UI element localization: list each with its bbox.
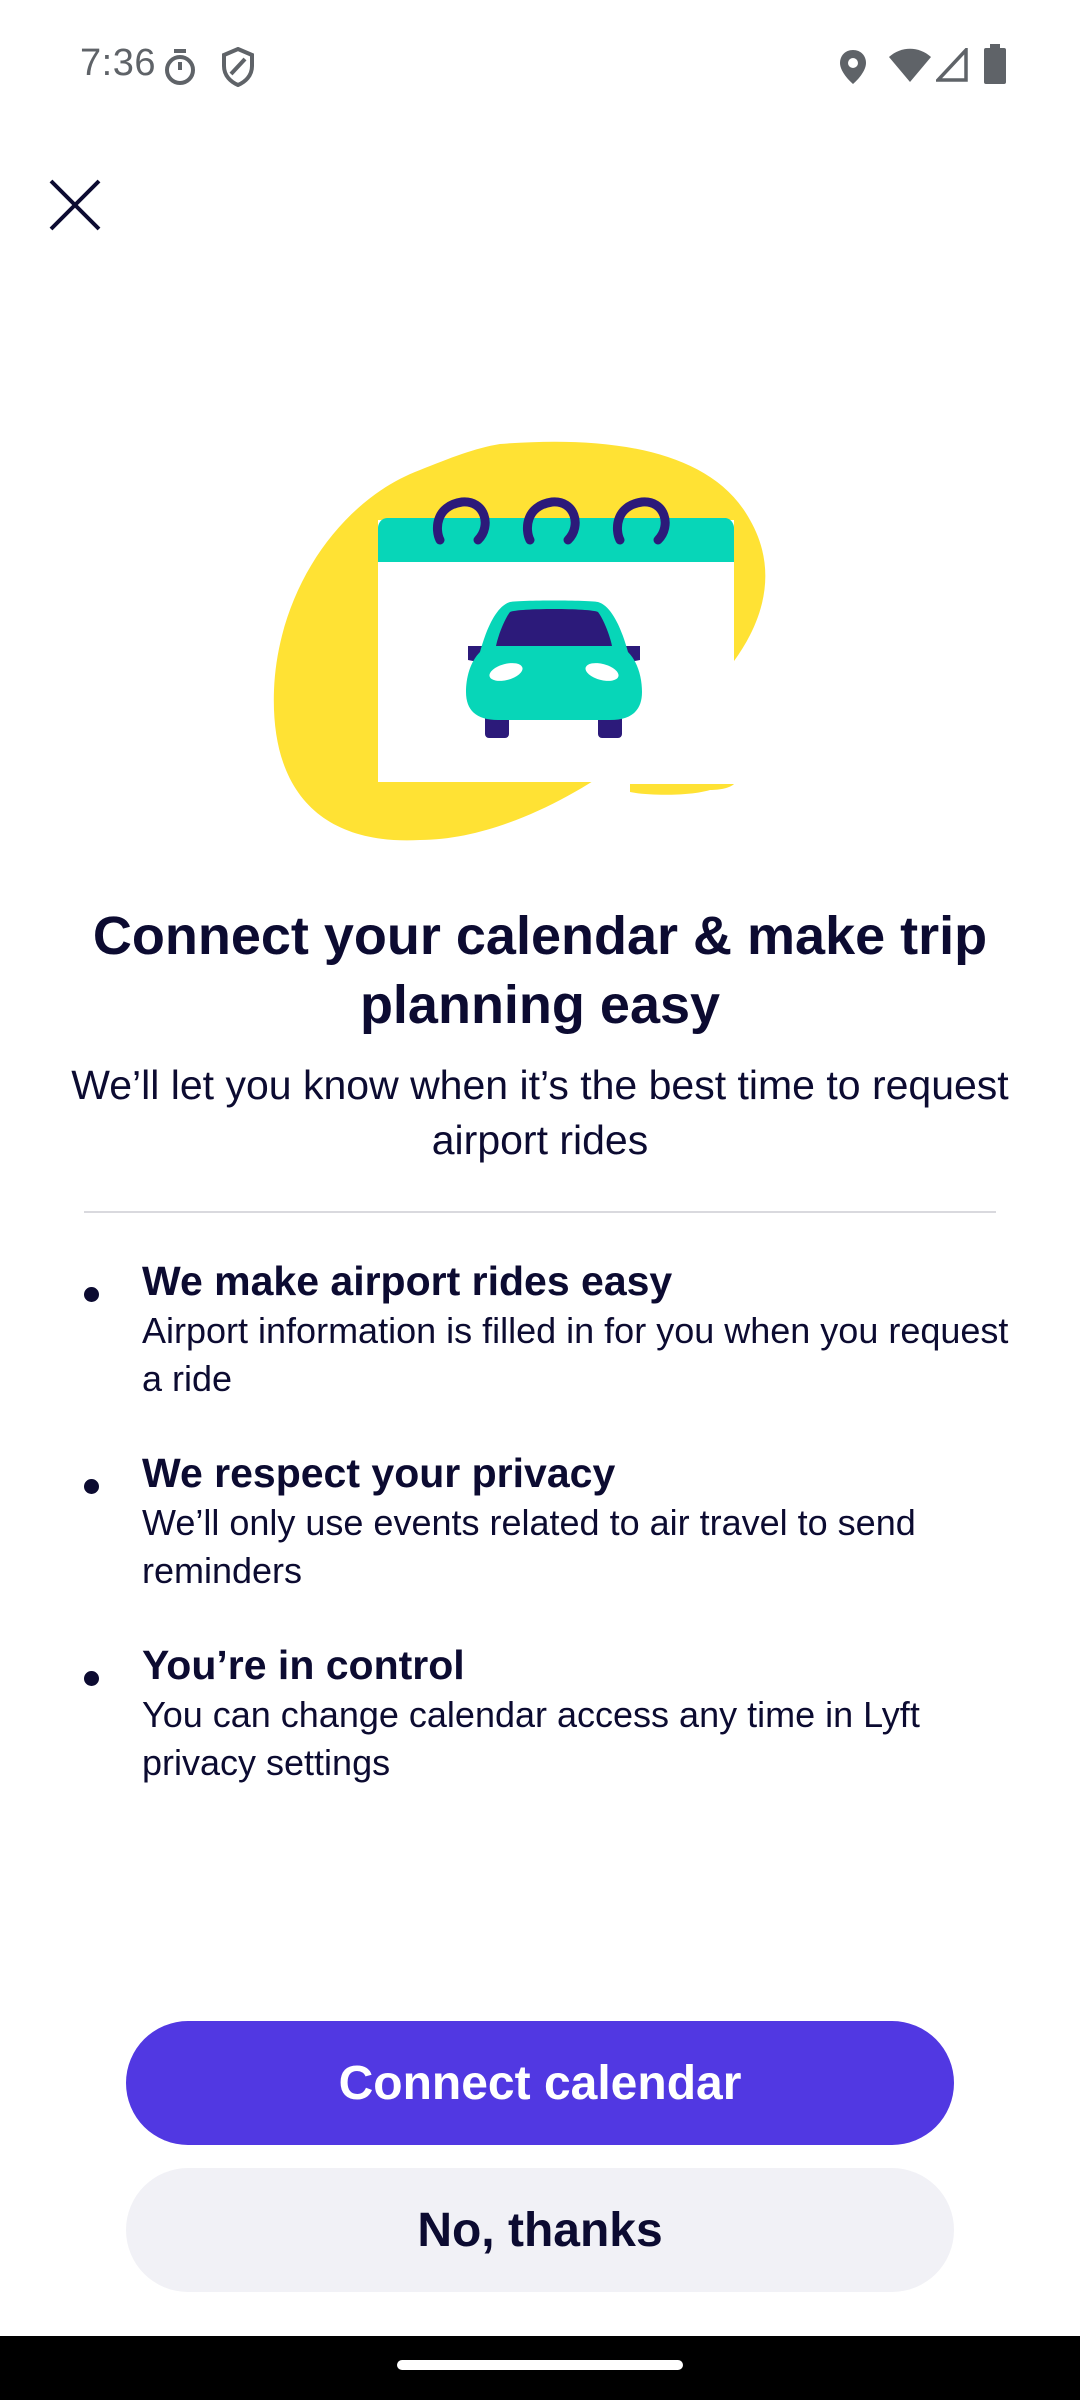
page-title: Connect your calendar & make trip planni…	[92, 906, 988, 1035]
shield-icon	[221, 46, 255, 92]
timer-icon	[163, 49, 197, 90]
close-button[interactable]	[30, 160, 120, 250]
benefit-title: We respect your privacy	[142, 1450, 616, 1496]
close-icon	[49, 179, 101, 231]
wifi-icon	[889, 48, 931, 87]
navigation-bar	[0, 2336, 1080, 2400]
no-thanks-button[interactable]: No, thanks	[126, 2168, 954, 2292]
connect-calendar-button[interactable]: Connect calendar	[126, 2021, 954, 2145]
status-time: 7:36	[80, 42, 156, 84]
benefit-description: You can change calendar access any time …	[142, 1694, 920, 1783]
benefit-title: We make airport rides easy	[142, 1258, 673, 1304]
bullet-icon	[84, 1671, 99, 1686]
calendar-header	[378, 518, 734, 562]
benefit-title: You’re in control	[142, 1642, 465, 1688]
battery-icon	[984, 44, 1006, 89]
divider	[84, 1211, 996, 1213]
calendar-connect-screen: 7:36 Connect your calendar & make trip p…	[0, 0, 1080, 2400]
bullet-icon	[84, 1287, 99, 1302]
benefit-description: Airport information is filled in for you…	[142, 1310, 1009, 1399]
calendar-car-illustration	[270, 440, 810, 850]
bullet-icon	[84, 1479, 99, 1494]
home-indicator[interactable]	[397, 2360, 683, 2370]
status-bar: 7:36	[0, 0, 1080, 130]
benefit-description: We’ll only use events related to air tra…	[142, 1502, 916, 1591]
signal-icon	[933, 45, 968, 87]
car-icon	[466, 600, 642, 738]
page-subtitle: We’ll let you know when it’s the best ti…	[71, 1062, 1009, 1163]
location-icon	[838, 48, 868, 91]
